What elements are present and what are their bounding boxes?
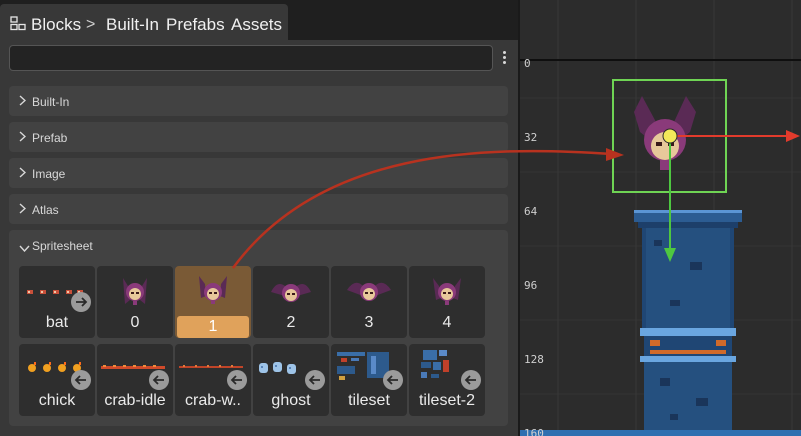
bat-frame-thumbnail bbox=[271, 284, 311, 302]
asset-label: tileset-2 bbox=[418, 392, 476, 409]
expand-arrow-icon[interactable] bbox=[227, 370, 247, 390]
asset-tile-frame-0[interactable]: 0 bbox=[97, 266, 173, 338]
asset-label: crab-idle bbox=[104, 392, 166, 409]
ruler-mark: 96 bbox=[524, 279, 538, 292]
asset-label: chick bbox=[38, 392, 76, 409]
ruler-mark: 32 bbox=[524, 131, 538, 144]
expand-arrow-icon[interactable] bbox=[305, 370, 325, 390]
chevron-right-icon bbox=[19, 167, 27, 181]
section-label: Atlas bbox=[32, 203, 59, 217]
ruler-mark: 0 bbox=[524, 57, 531, 70]
asset-tile-crab-idle[interactable]: crab-idle bbox=[97, 344, 173, 416]
asset-tile-frame-2[interactable]: 2 bbox=[253, 266, 329, 338]
breadcrumb-built-in[interactable]: Built-In bbox=[106, 15, 159, 35]
expand-arrow-icon[interactable] bbox=[383, 370, 403, 390]
gizmo-pivot[interactable] bbox=[662, 128, 678, 144]
asset-label: 2 bbox=[286, 314, 296, 331]
asset-label: 4 bbox=[442, 314, 452, 331]
section-image[interactable]: Image bbox=[9, 158, 508, 188]
scene-viewport[interactable]: 0 32 64 96 128 160 bbox=[518, 0, 801, 436]
section-built-in[interactable]: Built-In bbox=[9, 86, 508, 116]
tab-bar: Blocks > Built-In Prefabs Assets bbox=[0, 0, 518, 40]
section-prefab[interactable]: Prefab bbox=[9, 122, 508, 152]
asset-tile-tileset[interactable]: tileset bbox=[331, 344, 407, 416]
section-label: Built-In bbox=[32, 95, 70, 109]
chevron-down-icon[interactable] bbox=[19, 241, 30, 255]
section-label: Image bbox=[32, 167, 66, 181]
section-label[interactable]: Spritesheet bbox=[32, 239, 93, 253]
tower-sprite[interactable] bbox=[634, 210, 742, 430]
ruler-mark: 64 bbox=[524, 205, 538, 218]
blocks-icon bbox=[10, 16, 26, 31]
asset-tile-ghost[interactable]: ghost bbox=[253, 344, 329, 416]
bat-frame-thumbnail bbox=[199, 276, 227, 304]
asset-label: 3 bbox=[364, 314, 374, 331]
chevron-right-icon bbox=[19, 131, 27, 145]
breadcrumb-separator: > bbox=[86, 16, 96, 33]
expand-arrow-icon[interactable] bbox=[149, 370, 169, 390]
asset-tile-frame-1[interactable]: 1 bbox=[175, 266, 251, 338]
asset-tile-crab-walk[interactable]: crab-w.. bbox=[175, 344, 251, 416]
asset-tile-frame-3[interactable]: 3 bbox=[331, 266, 407, 338]
ruler-mark: 128 bbox=[524, 353, 544, 366]
more-options-icon[interactable] bbox=[500, 51, 508, 69]
asset-label: tileset bbox=[348, 392, 390, 409]
asset-label: crab-w.. bbox=[184, 392, 241, 409]
breadcrumb-root[interactable]: Blocks bbox=[31, 15, 81, 35]
section-label: Prefab bbox=[32, 131, 68, 145]
asset-tile-tileset-2[interactable]: tileset-2 bbox=[409, 344, 485, 416]
section-atlas[interactable]: Atlas bbox=[9, 194, 508, 224]
scene-canvas[interactable] bbox=[520, 0, 801, 436]
chevron-right-icon bbox=[19, 95, 27, 109]
asset-label: bat bbox=[45, 314, 69, 331]
asset-tile-bat[interactable]: bat bbox=[19, 266, 95, 338]
gizmo-x-arrow-icon[interactable] bbox=[786, 130, 800, 142]
asset-label: ghost bbox=[271, 392, 311, 409]
asset-tile-frame-4[interactable]: 4 bbox=[409, 266, 485, 338]
bat-frame-thumbnail bbox=[347, 282, 391, 301]
asset-label: 0 bbox=[130, 314, 140, 331]
asset-tile-chick[interactable]: chick bbox=[19, 344, 95, 416]
asset-label: 1 bbox=[177, 316, 249, 338]
expand-arrow-icon[interactable] bbox=[71, 370, 91, 390]
expand-arrow-icon[interactable] bbox=[461, 370, 481, 390]
chevron-right-icon bbox=[19, 203, 27, 217]
breadcrumb-prefabs[interactable]: Prefabs bbox=[166, 15, 225, 35]
bat-frame-thumbnail bbox=[123, 278, 147, 305]
bat-frame-thumbnail bbox=[433, 278, 461, 305]
expand-arrow-icon[interactable] bbox=[71, 292, 91, 312]
ruler-mark: 160 bbox=[524, 427, 544, 436]
breadcrumb-assets[interactable]: Assets bbox=[231, 15, 282, 35]
search-input[interactable] bbox=[9, 45, 493, 71]
assets-panel: Blocks > Built-In Prefabs Assets Built-I… bbox=[0, 0, 518, 436]
